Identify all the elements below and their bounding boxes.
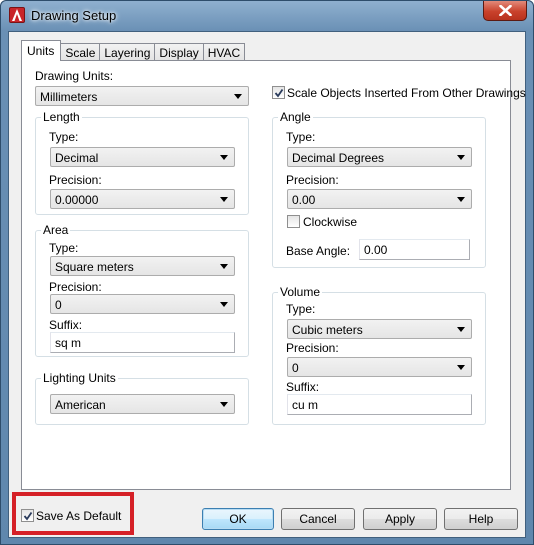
angle-type-label: Type: bbox=[286, 130, 316, 144]
area-type-value: Square meters bbox=[55, 260, 134, 274]
area-suffix-value: sq m bbox=[55, 336, 82, 350]
volume-precision-value: 0 bbox=[292, 361, 299, 375]
tab-display[interactable]: Display bbox=[154, 43, 204, 61]
tab-units[interactable]: Units bbox=[21, 40, 62, 61]
area-precision-label: Precision: bbox=[49, 280, 102, 294]
checkmark-icon bbox=[274, 88, 284, 98]
chevron-down-icon bbox=[220, 197, 228, 202]
area-group-title: Area bbox=[41, 223, 71, 237]
drawing-units-label: Drawing Units: bbox=[35, 69, 114, 83]
volume-suffix-value: cu m bbox=[292, 398, 319, 412]
dialog-client-area: Units Scale Layering Display HVAC Drawin… bbox=[8, 31, 526, 538]
length-precision-value: 0.00000 bbox=[55, 193, 99, 207]
drawing-setup-dialog: Drawing Setup Units Scale Layering Displ… bbox=[0, 0, 534, 545]
volume-type-dropdown[interactable]: Cubic meters bbox=[287, 319, 472, 339]
angle-precision-dropdown[interactable]: 0.00 bbox=[287, 189, 472, 209]
length-type-dropdown[interactable]: Decimal bbox=[50, 147, 235, 167]
chevron-down-icon bbox=[220, 302, 228, 307]
clockwise-label: Clockwise bbox=[303, 215, 358, 229]
chevron-down-icon bbox=[457, 197, 465, 202]
help-button[interactable]: Help bbox=[444, 508, 518, 530]
base-angle-label: Base Angle: bbox=[286, 244, 351, 258]
area-precision-dropdown[interactable]: 0 bbox=[50, 294, 235, 314]
area-suffix-input[interactable]: sq m bbox=[50, 332, 235, 353]
drawing-units-dropdown[interactable]: Millimeters bbox=[35, 86, 249, 106]
scale-objects-label: Scale Objects Inserted From Other Drawin… bbox=[287, 86, 526, 100]
length-type-label: Type: bbox=[49, 130, 79, 144]
lighting-units-group: Lighting Units American bbox=[35, 371, 249, 425]
window-title: Drawing Setup bbox=[31, 8, 117, 23]
tab-hvac[interactable]: HVAC bbox=[202, 43, 246, 61]
cancel-button[interactable]: Cancel bbox=[281, 508, 355, 530]
area-type-label: Type: bbox=[49, 241, 79, 255]
lighting-units-dropdown[interactable]: American bbox=[50, 394, 235, 414]
length-precision-dropdown[interactable]: 0.00000 bbox=[50, 189, 235, 209]
volume-suffix-label: Suffix: bbox=[286, 380, 320, 394]
chevron-down-icon bbox=[457, 155, 465, 160]
length-group: Length Type: Decimal Precision: 0.00000 bbox=[35, 110, 249, 215]
angle-type-value: Decimal Degrees bbox=[292, 151, 385, 165]
ok-button[interactable]: OK bbox=[202, 508, 274, 530]
chevron-down-icon bbox=[457, 327, 465, 332]
volume-precision-dropdown[interactable]: 0 bbox=[287, 357, 472, 377]
close-button[interactable] bbox=[483, 1, 527, 21]
lighting-units-value: American bbox=[55, 398, 106, 412]
tab-layering[interactable]: Layering bbox=[99, 43, 156, 61]
area-suffix-label: Suffix: bbox=[49, 318, 83, 332]
close-x-icon bbox=[499, 5, 512, 16]
chevron-down-icon bbox=[457, 365, 465, 370]
volume-suffix-input[interactable]: cu m bbox=[287, 394, 472, 415]
chevron-down-icon bbox=[220, 264, 228, 269]
chevron-down-icon bbox=[220, 155, 228, 160]
angle-type-dropdown[interactable]: Decimal Degrees bbox=[287, 147, 472, 167]
annotation-highlight-box bbox=[12, 492, 134, 535]
angle-group: Angle Type: Decimal Degrees Precision: 0… bbox=[272, 110, 486, 268]
clockwise-checkbox[interactable] bbox=[287, 215, 300, 228]
title-bar[interactable]: Drawing Setup bbox=[1, 1, 533, 31]
angle-precision-label: Precision: bbox=[286, 173, 339, 187]
tab-strip: Units Scale Layering Display HVAC bbox=[21, 40, 246, 61]
angle-group-title: Angle bbox=[278, 110, 313, 124]
autocad-a-icon[interactable] bbox=[9, 7, 25, 23]
apply-button[interactable]: Apply bbox=[363, 508, 437, 530]
lighting-units-title: Lighting Units bbox=[41, 371, 118, 385]
chevron-down-icon bbox=[220, 402, 228, 407]
area-precision-value: 0 bbox=[55, 298, 62, 312]
volume-type-value: Cubic meters bbox=[292, 323, 363, 337]
volume-precision-label: Precision: bbox=[286, 341, 339, 355]
base-angle-value: 0.00 bbox=[364, 243, 388, 257]
chevron-down-icon bbox=[234, 94, 242, 99]
volume-group-title: Volume bbox=[278, 285, 323, 299]
angle-precision-value: 0.00 bbox=[292, 193, 316, 207]
scale-objects-checkbox[interactable] bbox=[272, 86, 285, 99]
volume-group: Volume Type: Cubic meters Precision: 0 S… bbox=[272, 285, 486, 425]
base-angle-input[interactable]: 0.00 bbox=[359, 239, 470, 260]
units-tab-panel: Drawing Units: Millimeters Scale Objects… bbox=[21, 60, 526, 490]
tab-scale[interactable]: Scale bbox=[60, 43, 101, 61]
length-group-title: Length bbox=[41, 110, 82, 124]
length-precision-label: Precision: bbox=[49, 173, 102, 187]
area-group: Area Type: Square meters Precision: 0 Su… bbox=[35, 223, 249, 357]
drawing-units-value: Millimeters bbox=[40, 90, 98, 104]
volume-type-label: Type: bbox=[286, 302, 316, 316]
length-type-value: Decimal bbox=[55, 151, 99, 165]
area-type-dropdown[interactable]: Square meters bbox=[50, 256, 235, 276]
